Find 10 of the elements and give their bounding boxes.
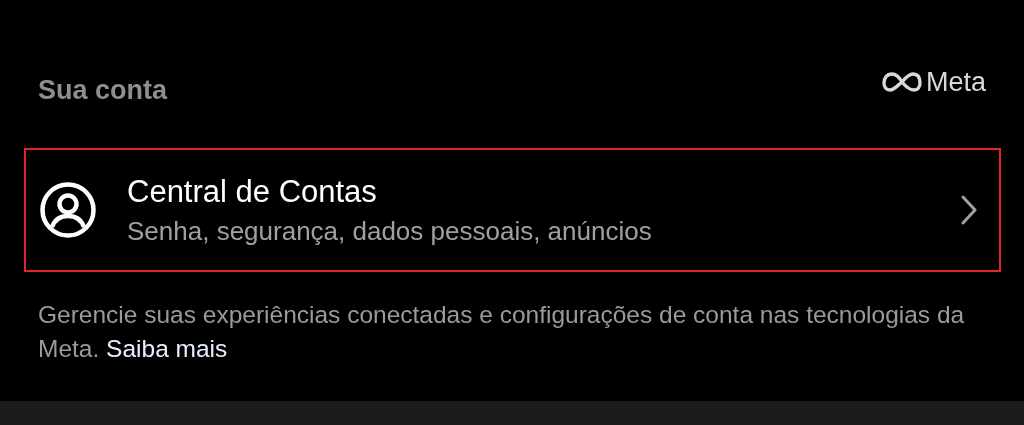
person-icon (40, 182, 96, 238)
section-title: Sua conta (38, 74, 168, 106)
chevron-right-icon (961, 195, 977, 225)
item-title: Central de Contas (127, 173, 378, 210)
account-center-row[interactable]: Central de Contas Senha, segurança, dados pessoais, anúncios (24, 148, 1001, 272)
learn-more-link[interactable]: Saiba mais (106, 335, 228, 362)
infinity-icon (881, 72, 922, 92)
item-subtitle: Senha, segurança, dados pessoais, anúncios (127, 215, 653, 247)
footer-text: Gerencie suas experiências conectadas e configurações de conta nas tecnologias da Meta. Saiba mais (38, 300, 966, 364)
brand-name: Meta (925, 66, 986, 98)
